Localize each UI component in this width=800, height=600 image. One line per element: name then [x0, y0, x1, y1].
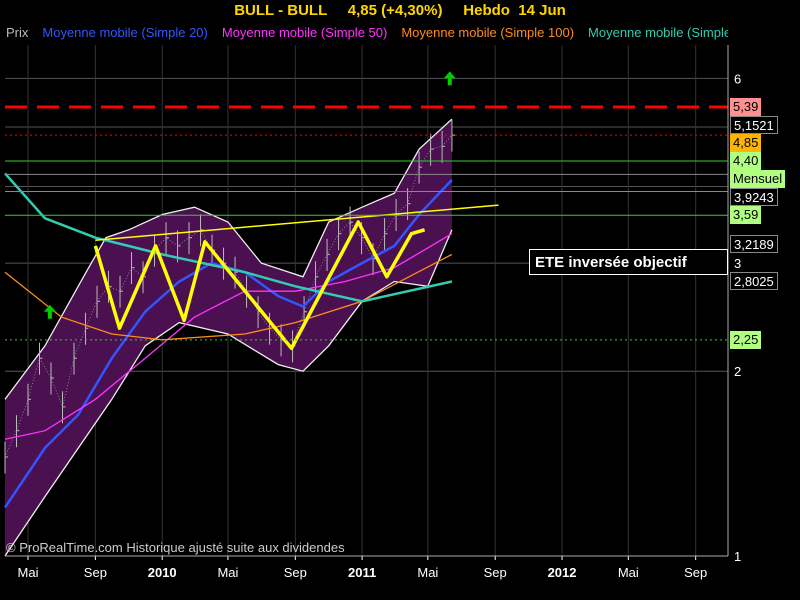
x-tick-label: Mai: [217, 565, 238, 580]
price-level-label: 4,40: [730, 152, 762, 170]
price-level-label: 5,1521: [730, 116, 778, 134]
x-tick-label: Mai: [618, 565, 639, 580]
pattern-annotation: ETE inversée objectif: [529, 249, 728, 275]
y-tick-label: 1: [734, 549, 741, 564]
bollinger-fill: [5, 119, 452, 556]
price-level-label: Mensuel: [730, 170, 786, 188]
y-tick-label: 6: [734, 71, 741, 86]
x-tick-label: Mai: [417, 565, 438, 580]
price-level-label: 3,59: [730, 206, 762, 224]
copyright-notice: © ProRealTime.com Historique ajusté suit…: [6, 540, 345, 555]
price-level-label: 2,8025: [730, 272, 778, 290]
price-chart[interactable]: 123456MaiSep2010MaiSep2011MaiSep2012MaiS…: [0, 0, 800, 600]
x-tick-label: 2012: [548, 565, 577, 580]
x-tick-label: Sep: [84, 565, 107, 580]
x-tick-label: Sep: [284, 565, 307, 580]
x-tick-label: Sep: [684, 565, 707, 580]
price-level-label: 4,85: [730, 134, 762, 152]
price-level-label: 3,2189: [730, 235, 778, 253]
price-level-label: 2,25: [730, 331, 762, 349]
x-tick-label: 2010: [148, 565, 177, 580]
price-level-label: 3,9243: [730, 188, 778, 206]
buy-arrow-icon: [43, 304, 56, 319]
x-tick-label: Sep: [484, 565, 507, 580]
buy-arrow-icon: [443, 71, 456, 86]
y-tick-label: 3: [734, 256, 741, 271]
bollinger-band: [4, 118, 453, 557]
price-level-label: 5,39: [730, 98, 762, 116]
x-tick-label: 2011: [348, 565, 376, 580]
x-tick-label: Mai: [18, 565, 39, 580]
y-tick-label: 2: [734, 364, 741, 379]
